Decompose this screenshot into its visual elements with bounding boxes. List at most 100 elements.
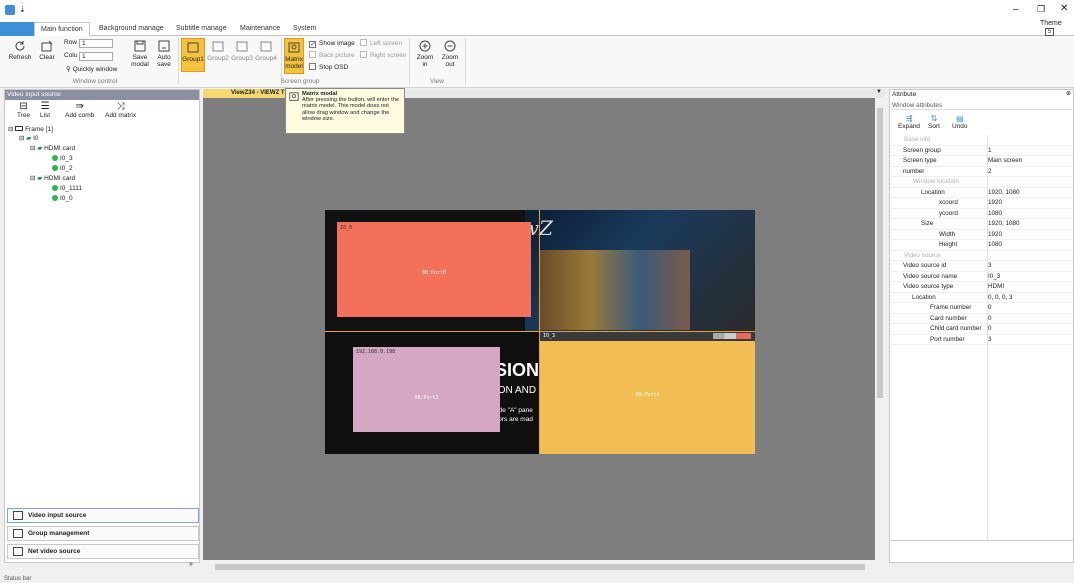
tree-node-source[interactable]: I0_3 xyxy=(52,155,73,163)
tab-maintenance[interactable]: Maintenance xyxy=(240,22,280,36)
property-value: Main screen xyxy=(988,157,1023,164)
property-row[interactable]: Width 1920 xyxy=(890,230,1074,240)
tree-icon: ⊟ xyxy=(19,101,28,112)
property-row[interactable]: Location 1920, 1080 xyxy=(890,188,1074,198)
list-icon: ☰ xyxy=(40,101,50,112)
window-titlebar[interactable]: I0_3 xyxy=(540,332,755,341)
stop-osd-checkbox[interactable]: Stop OSD xyxy=(309,63,348,72)
property-row[interactable]: Frame number 0 xyxy=(890,303,1074,314)
horizontal-scrollbar[interactable] xyxy=(203,562,885,572)
tree-view-button[interactable]: ⊟ Tree xyxy=(17,101,30,120)
sort-button[interactable]: ⇅ Sort xyxy=(928,115,940,131)
right-screen-checkbox[interactable]: Right screen xyxy=(360,51,407,60)
property-value: 3 xyxy=(988,262,992,269)
property-key: Location xyxy=(921,188,945,196)
property-section[interactable]: Base info xyxy=(890,135,1074,146)
property-value: 1080 xyxy=(988,209,1003,217)
property-row[interactable]: Video source name I0_3 xyxy=(890,272,1074,282)
nav-net-video-source[interactable]: Net video source xyxy=(7,544,199,559)
add-comb-icon: ⇛ xyxy=(75,101,84,112)
clear-button[interactable]: Clear xyxy=(36,40,58,61)
hdmi-card-icon: ▰ xyxy=(37,145,43,152)
tree-node-frame[interactable]: ⊟ Frame [1] xyxy=(8,126,53,134)
vertical-scrollbar[interactable] xyxy=(875,98,885,560)
tab-background-manage[interactable]: Background manage xyxy=(99,22,164,36)
undo-button[interactable]: ▤ Undo xyxy=(952,115,968,131)
property-row[interactable]: Size 1920, 1080 xyxy=(890,219,1074,230)
panel-title: Attribute xyxy=(892,91,917,98)
nav-video-input-source[interactable]: Video input source xyxy=(7,508,199,523)
quickly-window-button[interactable]: ⚲ Quickly window xyxy=(66,65,117,73)
save-modal-button[interactable]: Save modal xyxy=(129,40,151,68)
property-row[interactable]: Video source type HDMI xyxy=(890,282,1074,293)
property-row[interactable]: Screen type Main screen xyxy=(890,156,1074,167)
scroll-thumb[interactable] xyxy=(877,108,883,398)
maximize-button[interactable]: ❐ xyxy=(1037,4,1045,15)
scroll-thumb[interactable] xyxy=(215,564,865,570)
back-picture-checkbox[interactable]: Back picture xyxy=(309,51,355,60)
group1-button[interactable]: Group1 xyxy=(181,38,205,72)
video-window[interactable]: I0_0 00:Port0 xyxy=(337,222,531,317)
zoom-out-button[interactable]: Zoom out xyxy=(439,40,461,68)
add-matrix-button[interactable]: ⤨ Add matrix xyxy=(105,102,136,120)
group-icon xyxy=(260,41,272,52)
property-row[interactable]: Height 1080 xyxy=(890,240,1074,251)
colu-spinner[interactable]: 1 xyxy=(79,52,113,61)
tree-node-i0[interactable]: ⊟ ▰ I0 xyxy=(19,135,39,143)
tab-system[interactable]: System xyxy=(293,22,316,36)
group4-button[interactable]: Group4 xyxy=(255,41,277,62)
row-spinner[interactable]: 1 xyxy=(79,39,113,48)
file-menu-button[interactable] xyxy=(0,22,34,36)
property-row[interactable]: Location 0, 0, 0, 3 xyxy=(890,293,1074,303)
matrix-model-button[interactable]: Matrix model xyxy=(284,38,304,74)
tab-dropdown-icon[interactable]: ▼ xyxy=(876,89,882,95)
group-icon xyxy=(212,41,224,52)
property-row[interactable]: Card number 0 xyxy=(890,314,1074,324)
refresh-button[interactable]: Refresh xyxy=(8,40,32,61)
group3-button[interactable]: Group3 xyxy=(231,41,253,62)
tree-node-hdmi-card[interactable]: ⊟ ▰ HDMI card xyxy=(30,145,75,153)
card-icon: ▰ xyxy=(26,135,32,142)
list-view-button[interactable]: ☰ List xyxy=(40,101,50,120)
tree-node-source[interactable]: I0_0 xyxy=(52,195,73,203)
window-control-label: Window control xyxy=(72,78,118,85)
pin-icon[interactable]: ⊕ xyxy=(1066,90,1071,97)
background-banner-text: ade "A" pane xyxy=(495,407,533,414)
screen-group-label: Screen group xyxy=(280,78,320,85)
show-image-checkbox[interactable]: ✓ Show image xyxy=(309,39,355,48)
window-controls[interactable] xyxy=(713,333,751,339)
close-button[interactable]: ✕ xyxy=(1060,3,1068,14)
tree-node-hdmi-card[interactable]: ⊟ ▰ HDMI card xyxy=(30,175,75,183)
video-window[interactable]: 192.168.0.198 00:Port2 xyxy=(353,347,500,432)
nav-group-management[interactable]: Group management xyxy=(7,526,199,541)
property-section[interactable]: Window location xyxy=(890,177,1074,188)
property-section[interactable]: Video source xyxy=(890,251,1074,261)
property-row[interactable]: Video source id 3 xyxy=(890,261,1074,272)
add-comb-button[interactable]: ⇛ Add comb xyxy=(65,101,94,120)
tree-node-source[interactable]: I0_2 xyxy=(52,165,73,173)
group2-button[interactable]: Group2 xyxy=(207,41,229,62)
theme-selector[interactable]: 5 xyxy=(1045,28,1054,36)
property-value: 1080 xyxy=(988,241,1003,248)
tab-main-function[interactable]: Main function xyxy=(34,22,90,36)
quick-access-icon[interactable]: ⇣ xyxy=(19,5,26,14)
video-wall-screen[interactable]: ewZ SIONA ION AND 3 ade "A" pane itors a… xyxy=(325,210,755,454)
video-window-selected[interactable]: I0_3 00:Port3 xyxy=(540,332,755,454)
property-row[interactable]: Screen group 1 xyxy=(890,146,1074,156)
property-row[interactable]: Port number 3 xyxy=(890,335,1074,345)
property-key: Width xyxy=(939,230,956,238)
minimize-button[interactable]: – xyxy=(1013,4,1019,15)
expand-button[interactable]: ⇶ Expand xyxy=(898,115,920,131)
property-row[interactable]: number 2 xyxy=(890,167,1074,177)
status-bar: Status bar xyxy=(0,575,1074,583)
property-key: Height xyxy=(939,241,958,248)
property-row[interactable]: Child card number 0 xyxy=(890,324,1074,335)
auto-save-button[interactable]: Auto save xyxy=(153,40,175,68)
tab-subtitle-manage[interactable]: Subtitle manage xyxy=(176,22,227,36)
property-row[interactable]: xcoord 1920 xyxy=(890,198,1074,209)
expand-chevron-icon[interactable]: » xyxy=(189,561,193,568)
zoom-in-button[interactable]: Zoom in xyxy=(414,40,436,68)
left-screen-checkbox[interactable]: Left screen xyxy=(360,39,402,48)
tree-node-source[interactable]: I0_1111 xyxy=(52,185,82,193)
property-row[interactable]: ycoord 1080 xyxy=(890,209,1074,219)
